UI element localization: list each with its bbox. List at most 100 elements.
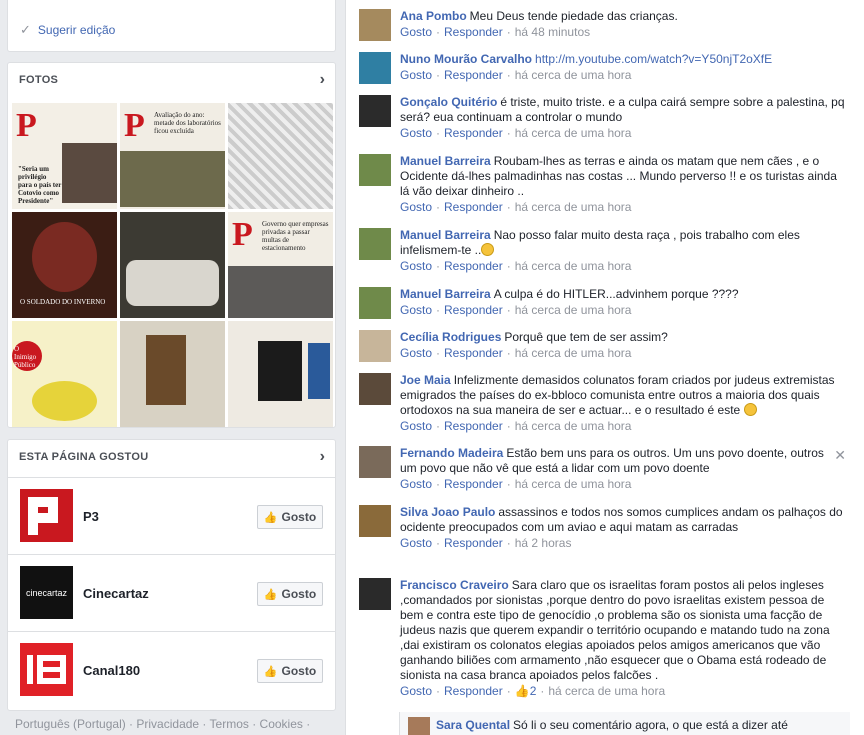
- page-name[interactable]: P3: [83, 509, 99, 524]
- photo-thumb[interactable]: O SOLDADO DO INVERNO: [12, 212, 117, 318]
- comment-author[interactable]: Cecília Rodrigues: [400, 330, 501, 344]
- avatar[interactable]: [359, 9, 391, 41]
- left-sidebar: ✓ Sugerir edição FOTOS › P "Seria um pri…: [7, 0, 336, 711]
- comment-author[interactable]: Gonçalo Quitério: [400, 95, 497, 109]
- avatar[interactable]: [359, 578, 391, 610]
- comment-author[interactable]: Manuel Barreira: [400, 154, 491, 168]
- avatar[interactable]: [359, 287, 391, 319]
- comment-time[interactable]: há cerca de uma hora: [515, 303, 632, 317]
- canal180-logo[interactable]: [20, 643, 73, 696]
- close-icon[interactable]: ✕: [834, 447, 846, 464]
- likes-header[interactable]: ESTA PÁGINA GOSTOU ›: [8, 440, 335, 474]
- like-action[interactable]: Gosto: [400, 25, 432, 39]
- like-action[interactable]: Gosto: [400, 419, 432, 433]
- like-action[interactable]: Gosto: [400, 536, 432, 550]
- like-page-button[interactable]: 👍 Gosto: [257, 659, 323, 683]
- avatar[interactable]: [359, 228, 391, 260]
- photo-grid: P "Seria um privilégio para o país ter C…: [12, 103, 333, 427]
- avatar[interactable]: [408, 717, 430, 735]
- comment-author[interactable]: Joe Maia: [400, 373, 451, 387]
- reply-action[interactable]: Responder: [444, 419, 503, 433]
- avatar[interactable]: [359, 95, 391, 127]
- reply-action[interactable]: Responder: [444, 68, 503, 82]
- like-action[interactable]: Gosto: [400, 477, 432, 491]
- photo-thumb[interactable]: [120, 212, 225, 318]
- suggest-edit-link[interactable]: Sugerir edição: [38, 23, 115, 37]
- comment-author[interactable]: Fernando Madeira: [400, 446, 503, 460]
- comment-time[interactable]: há cerca de uma hora: [515, 477, 632, 491]
- like-action[interactable]: Gosto: [400, 259, 432, 273]
- comment-author[interactable]: Nuno Mourão Carvalho: [400, 52, 532, 66]
- comment-time[interactable]: há 2 horas: [515, 536, 572, 550]
- comment-like-count[interactable]: 👍2: [515, 684, 537, 698]
- comment-author[interactable]: Ana Pombo: [400, 9, 467, 23]
- photos-header[interactable]: FOTOS ›: [8, 63, 335, 97]
- reply-action[interactable]: Responder: [444, 25, 503, 39]
- reply-action[interactable]: Responder: [444, 303, 503, 317]
- reply-action[interactable]: Responder: [444, 477, 503, 491]
- cinecartaz-logo[interactable]: cinecartaz: [20, 566, 73, 619]
- liked-page-canal180: Canal180 👍 Gosto: [8, 631, 335, 708]
- liked-page-cinecartaz: cinecartaz Cinecartaz 👍 Gosto: [8, 554, 335, 631]
- comment-link[interactable]: http://m.youtube.com/watch?v=Y50njT2oXfE: [535, 52, 772, 66]
- photo-thumb[interactable]: [120, 321, 225, 427]
- like-page-button[interactable]: 👍 Gosto: [257, 582, 323, 606]
- p3-logo[interactable]: [20, 489, 73, 542]
- comment-time[interactable]: há cerca de uma hora: [515, 200, 632, 214]
- photo-thumb[interactable]: [228, 321, 333, 427]
- publico-logo: P: [232, 216, 253, 253]
- comment-author[interactable]: Silva Joao Paulo: [400, 505, 495, 519]
- comment-time[interactable]: há cerca de uma hora: [515, 346, 632, 360]
- comment-time[interactable]: há cerca de uma hora: [515, 126, 632, 140]
- chevron-right-icon[interactable]: ›: [320, 71, 325, 89]
- reply-action[interactable]: Responder: [444, 536, 503, 550]
- comment-text: A culpa é do HITLER...advinhem porque ??…: [493, 287, 739, 301]
- photo-thumb[interactable]: O Inimigo Público: [12, 321, 117, 427]
- checkmark-icon: ✓: [20, 22, 31, 37]
- likes-title: ESTA PÁGINA GOSTOU: [19, 451, 149, 463]
- avatar[interactable]: [359, 154, 391, 186]
- photos-title: FOTOS: [19, 74, 59, 86]
- chevron-right-icon[interactable]: ›: [320, 448, 325, 466]
- photo-thumb[interactable]: P Avaliação do ano: metade dos laboratór…: [120, 103, 225, 209]
- comment-time[interactable]: há cerca de uma hora: [548, 684, 665, 698]
- reply-action[interactable]: Responder: [444, 200, 503, 214]
- like-action[interactable]: Gosto: [400, 684, 432, 698]
- reply-action[interactable]: Responder: [444, 259, 503, 273]
- comment-author[interactable]: Francisco Craveiro: [400, 578, 509, 592]
- reply-action[interactable]: Responder: [444, 684, 503, 698]
- sad-emoji-icon: [481, 243, 495, 256]
- like-action[interactable]: Gosto: [400, 303, 432, 317]
- page-name[interactable]: Canal180: [83, 663, 140, 678]
- sad-emoji-icon: [743, 403, 757, 416]
- page-likes-card: ESTA PÁGINA GOSTOU › P3 👍 Gosto cinecart…: [7, 439, 336, 711]
- avatar[interactable]: [359, 446, 391, 478]
- like-button-label: Gosto: [281, 664, 317, 678]
- like-action[interactable]: Gosto: [400, 346, 432, 360]
- photo-thumb[interactable]: [228, 103, 333, 209]
- photos-card: FOTOS › P "Seria um privilégio para o pa…: [7, 62, 336, 428]
- like-action[interactable]: Gosto: [400, 126, 432, 140]
- comment-time[interactable]: há 48 minutos: [515, 25, 590, 39]
- reply-action[interactable]: Responder: [444, 126, 503, 140]
- avatar[interactable]: [359, 373, 391, 405]
- comment-author[interactable]: Manuel Barreira: [400, 228, 491, 242]
- page-name[interactable]: Cinecartaz: [83, 586, 149, 601]
- photo-thumb[interactable]: P "Seria um privilégio para o país ter C…: [12, 103, 117, 209]
- comment-author[interactable]: Manuel Barreira: [400, 287, 491, 301]
- photo-thumb[interactable]: P Governo quer empresas privadas a passa…: [228, 212, 333, 318]
- thumbs-up-icon: 👍: [514, 684, 530, 698]
- comment-author[interactable]: Sara Quental: [436, 718, 510, 732]
- comment-time[interactable]: há cerca de uma hora: [515, 259, 632, 273]
- footer-links[interactable]: Português (Portugal) · Privacidade · Ter…: [15, 717, 310, 731]
- like-page-button[interactable]: 👍 Gosto: [257, 505, 323, 529]
- reply-action[interactable]: Responder: [444, 346, 503, 360]
- avatar[interactable]: [359, 505, 391, 537]
- like-action[interactable]: Gosto: [400, 68, 432, 82]
- suggest-edit-row[interactable]: ✓ Sugerir edição: [20, 22, 115, 38]
- avatar[interactable]: [359, 52, 391, 84]
- comment-time[interactable]: há cerca de uma hora: [515, 68, 632, 82]
- avatar[interactable]: [359, 330, 391, 362]
- like-action[interactable]: Gosto: [400, 200, 432, 214]
- comment-time[interactable]: há cerca de uma hora: [515, 419, 632, 433]
